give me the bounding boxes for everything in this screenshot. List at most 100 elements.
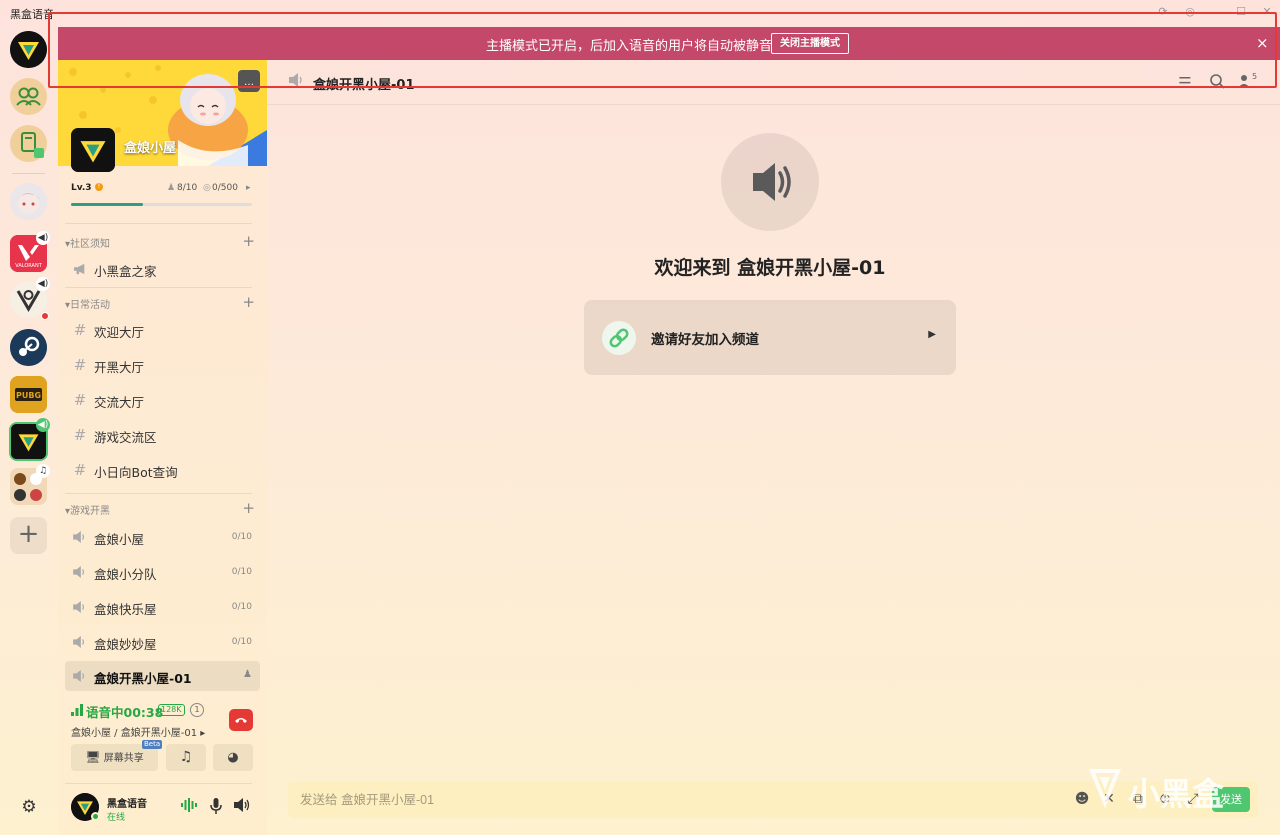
server-group[interactable]: ♫: [10, 464, 50, 505]
server-steam[interactable]: [10, 329, 47, 366]
speaker-badge-icon: ◀): [36, 418, 50, 432]
level-progress-fill: [71, 203, 144, 206]
category-header[interactable]: ▾日常活动 +: [65, 293, 255, 311]
channel-item[interactable]: # 开黑大厅: [65, 350, 260, 380]
category-label: 日常活动: [70, 300, 111, 311]
heybox-logo-icon: [10, 31, 47, 68]
mic-glyph-icon: [210, 798, 222, 814]
channel-item[interactable]: 盒娘快乐屋 0/10: [65, 592, 260, 622]
channel-item[interactable]: # 游戏交流区: [65, 420, 260, 450]
game-library-button[interactable]: [10, 125, 47, 162]
hash-icon: #: [73, 391, 87, 409]
level-info-icon[interactable]: !: [95, 183, 103, 191]
pubg-logo-icon: PUBG: [10, 376, 47, 413]
close-window-icon[interactable]: ✕: [1259, 4, 1275, 20]
category-header[interactable]: ▾社区须知 +: [65, 232, 255, 250]
screen-share-label: 屏幕共享: [103, 753, 144, 764]
channel-item[interactable]: 小黑盒之家: [65, 254, 260, 284]
friends-button[interactable]: [10, 78, 47, 115]
speaker-glyph-icon: [289, 73, 302, 87]
refresh-icon[interactable]: ⟳: [1155, 4, 1171, 20]
add-attachment-icon[interactable]: ⊕: [1156, 790, 1174, 808]
microphone-icon[interactable]: [207, 798, 225, 816]
voice-channel-path[interactable]: 盒娘小屋 / 盒娘开黑小屋-01 ▸: [71, 724, 205, 739]
list-icon[interactable]: ☰: [1175, 73, 1195, 93]
category-header[interactable]: ▾游戏开黑 +: [65, 499, 255, 517]
music-badge-icon: ♫: [36, 464, 50, 478]
members-list-icon[interactable]: 5: [1235, 72, 1257, 93]
sticker-icon[interactable]: ✕: [1100, 790, 1118, 808]
server-name[interactable]: 盒娘小屋: [124, 137, 176, 156]
search-icon[interactable]: [1207, 73, 1227, 93]
server-pubg[interactable]: PUBG: [10, 376, 47, 413]
channel-capacity: 0/10: [231, 602, 252, 612]
channel-item[interactable]: 盒娘妙妙屋 0/10: [65, 627, 260, 657]
channel-name: 盒娘妙妙屋: [94, 637, 157, 652]
notification-dot: [41, 312, 49, 320]
member-glyph-icon: [1238, 75, 1250, 88]
speaker-badge-icon: ◀): [36, 231, 50, 245]
welcome-title: 欢迎来到 盒娘开黑小屋-01: [654, 257, 886, 279]
expand-icon[interactable]: ⤢: [1184, 790, 1202, 808]
welcome-speaker-circle: [721, 133, 819, 231]
category-label: 游戏开黑: [70, 506, 111, 517]
channel-item[interactable]: # 小日向Bot查询: [65, 455, 260, 485]
waveform-icon: [181, 798, 197, 812]
streamer-mode-notice: 主播模式已开启，后加入语音的用户将自动被静音 关闭主播模式 ×: [58, 27, 1280, 60]
message-composer: ☻ ✕ ⧉ ⊕ ⤢ 发送: [288, 781, 1258, 818]
add-channel-icon[interactable]: +: [242, 293, 255, 311]
category-label: 社区须知: [70, 239, 111, 250]
hash-icon: #: [73, 356, 87, 374]
channel-item[interactable]: # 交流大厅: [65, 385, 260, 415]
add-server-button[interactable]: +: [10, 517, 47, 554]
server-hezi-niang[interactable]: ◀): [9, 418, 50, 461]
invite-friends-card[interactable]: 邀请好友加入频道 ▶: [584, 300, 956, 375]
image-upload-icon[interactable]: ⧉: [1129, 790, 1147, 808]
close-icon[interactable]: ×: [1256, 34, 1269, 52]
channel-capacity: 0/10: [231, 637, 252, 647]
emoji-icon[interactable]: ☻: [1073, 790, 1091, 808]
settings-gear-icon[interactable]: ⚙: [18, 796, 40, 818]
disable-streamer-mode-button[interactable]: 关闭主播模式: [771, 33, 849, 54]
user-bar: 黑盒语音 在线: [58, 783, 267, 835]
user-name: 黑盒语音: [107, 799, 147, 810]
maximize-icon[interactable]: ☐: [1233, 4, 1249, 20]
add-channel-icon[interactable]: +: [242, 232, 255, 250]
message-input[interactable]: [288, 781, 1048, 818]
channel-item[interactable]: 盒娘开黑小屋-01 ♟: [65, 661, 260, 691]
channel-name: 小黑盒之家: [94, 264, 157, 279]
level-progress-bar: [71, 203, 252, 206]
channel-name: 小日向Bot查询: [94, 465, 178, 480]
hash-icon: #: [73, 426, 87, 444]
member-icon: ♟: [243, 669, 252, 680]
server-valorant[interactable]: VALORANT ◀): [10, 231, 50, 272]
server-avatar-icon: [71, 128, 115, 172]
channel-capacity: 0/10: [231, 567, 252, 577]
heybox-logo[interactable]: [10, 31, 47, 68]
link-icon: [602, 321, 636, 355]
channel-item[interactable]: # 欢迎大厅: [65, 315, 260, 345]
channel-item[interactable]: 盒娘小分队 0/10: [65, 557, 260, 587]
channel-item[interactable]: 盒娘小屋 0/10: [65, 522, 260, 552]
member-count-badge: 5: [1252, 72, 1258, 81]
hangup-button[interactable]: [229, 709, 253, 731]
speaker-icon: [72, 528, 88, 547]
chevron-right-icon: ▶: [928, 329, 936, 340]
add-channel-icon[interactable]: +: [242, 499, 255, 517]
voice-activity-icon[interactable]: [180, 798, 198, 816]
points-icon: ◎: [203, 183, 211, 193]
soundboard-button[interactable]: ◕: [213, 744, 253, 771]
channel-name: 开黑大厅: [94, 360, 145, 375]
level-arrow-icon[interactable]: ▸: [246, 183, 251, 193]
settings-icon[interactable]: ◎: [1182, 4, 1198, 20]
invite-label: 邀请好友加入频道: [651, 332, 759, 348]
server-avatar[interactable]: [71, 128, 115, 172]
rail-divider: [12, 173, 45, 174]
server-anime-girl[interactable]: [10, 183, 47, 220]
divider: [65, 783, 252, 784]
headset-speaker-icon[interactable]: [233, 798, 251, 816]
channel-name: 盒娘快乐屋: [94, 602, 157, 617]
music-button[interactable]: ♫: [166, 744, 206, 771]
send-button[interactable]: 发送: [1212, 787, 1250, 812]
server-destiny[interactable]: ◀): [10, 277, 50, 320]
